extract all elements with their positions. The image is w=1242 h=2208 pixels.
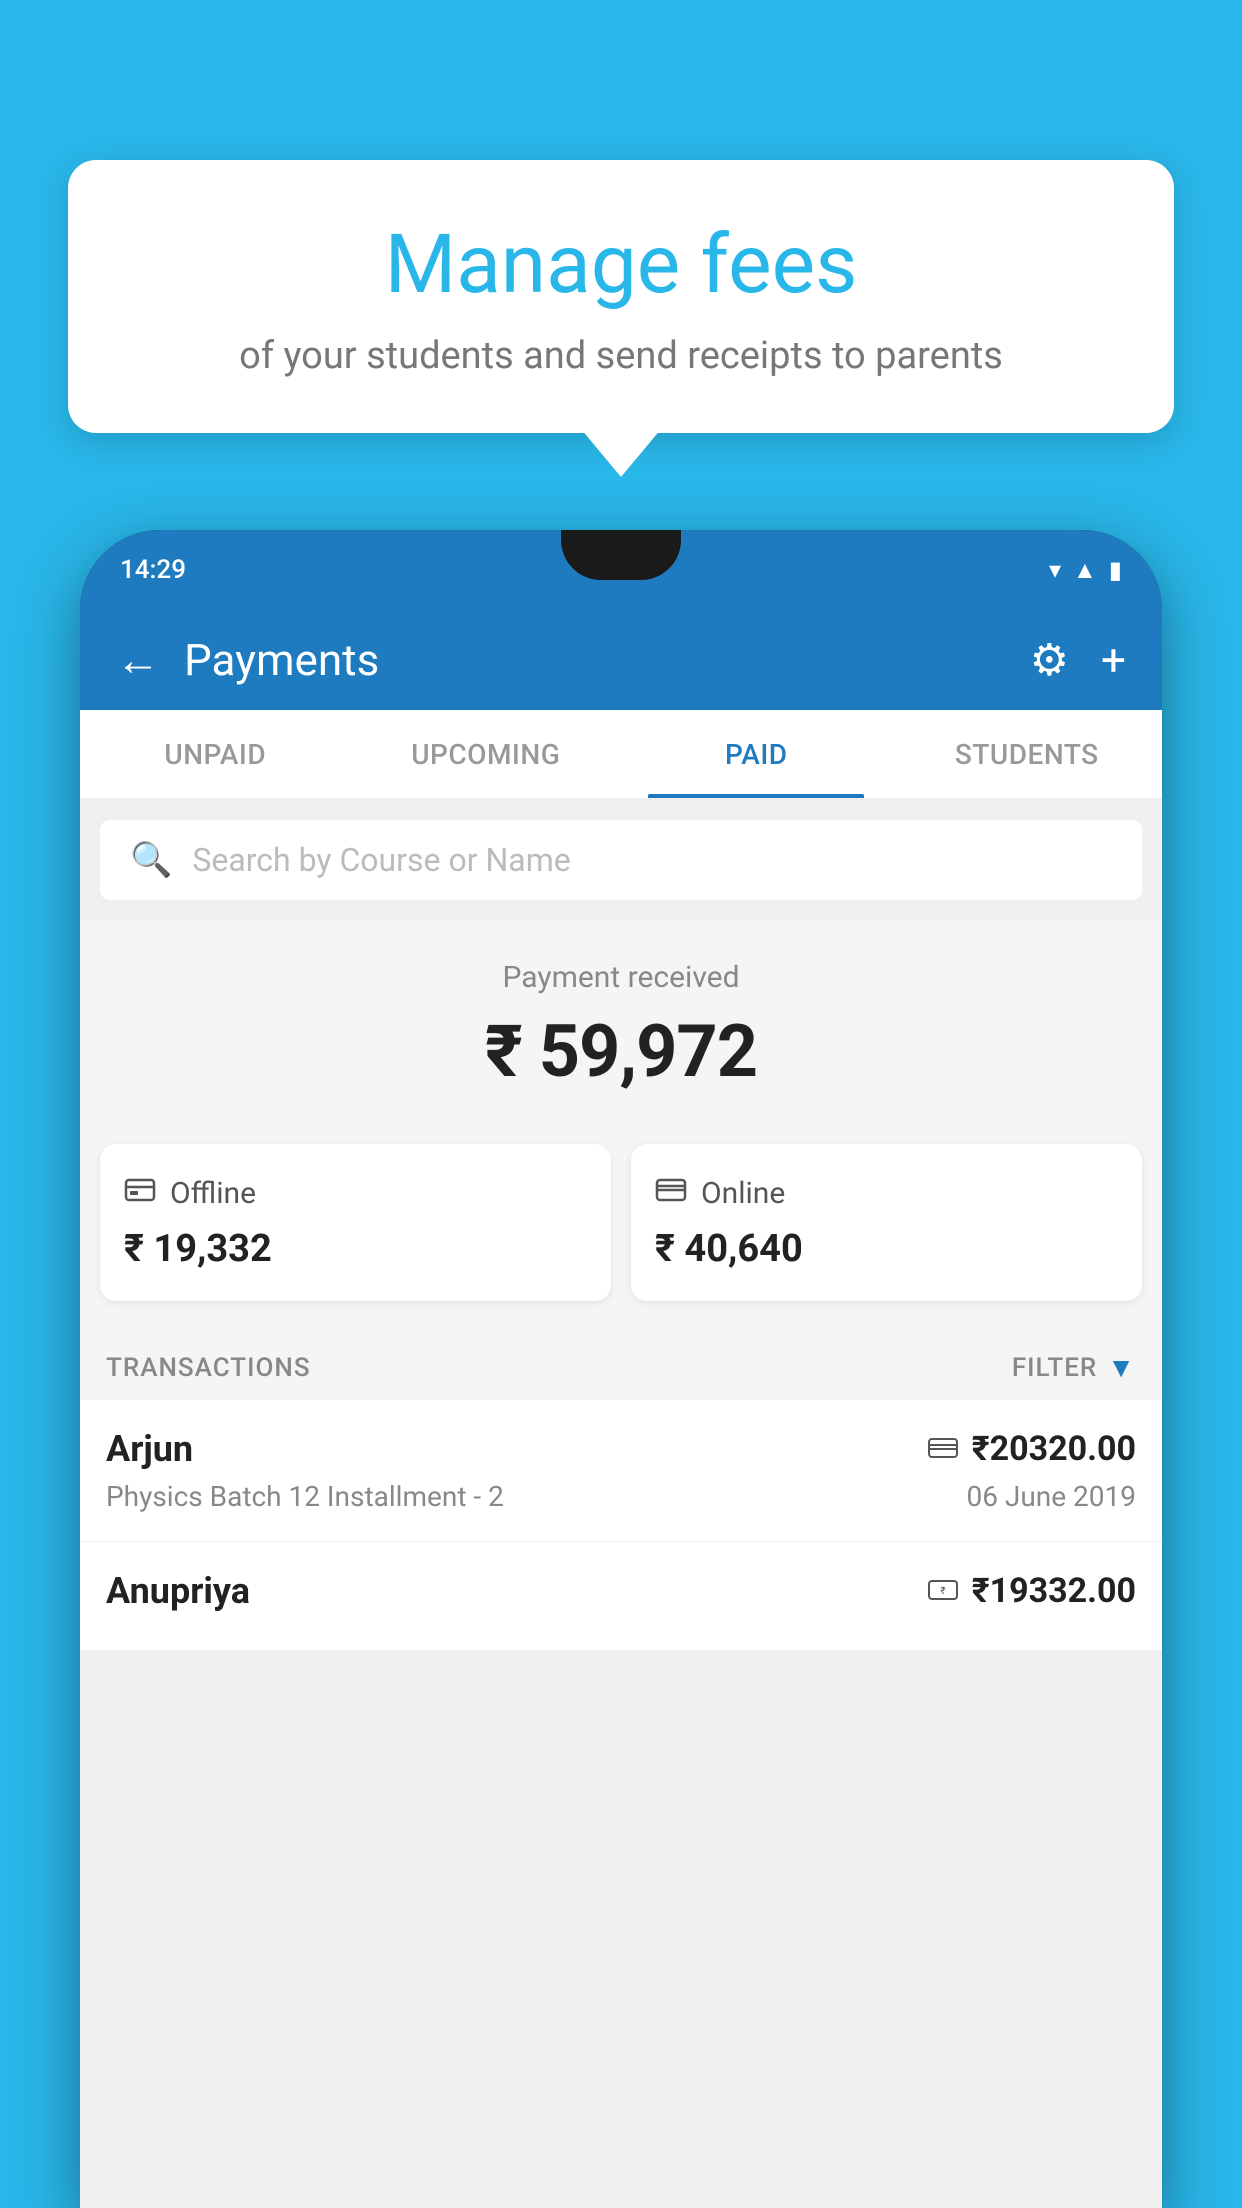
filter-icon: ▼ bbox=[1107, 1351, 1136, 1384]
transaction-row-top: Arjun ₹20320.00 bbox=[106, 1428, 1136, 1470]
offline-card-header: Offline bbox=[124, 1174, 587, 1213]
wifi-icon: ▾ bbox=[1049, 556, 1061, 584]
transaction-name: Anupriya bbox=[106, 1570, 250, 1612]
payment-summary: Payment received ₹ 59,972 bbox=[80, 920, 1162, 1124]
tooltip-subtitle: of your students and send receipts to pa… bbox=[138, 330, 1104, 383]
search-icon: 🔍 bbox=[130, 840, 172, 880]
online-amount: ₹ 40,640 bbox=[655, 1227, 1118, 1271]
status-time: 14:29 bbox=[120, 555, 186, 585]
transaction-list: Arjun ₹20320.00 Physics Batch 1 bbox=[80, 1400, 1162, 1651]
online-label: Online bbox=[701, 1176, 785, 1211]
offline-icon bbox=[124, 1174, 156, 1213]
add-icon[interactable]: + bbox=[1101, 634, 1126, 686]
offline-label: Offline bbox=[170, 1176, 256, 1211]
tab-paid[interactable]: PAID bbox=[621, 710, 892, 798]
tooltip-title: Manage fees bbox=[138, 220, 1104, 310]
transaction-name: Arjun bbox=[106, 1428, 193, 1470]
transaction-row-bottom: Physics Batch 12 Installment - 2 06 June… bbox=[106, 1480, 1136, 1513]
transaction-payment-icon bbox=[928, 1433, 958, 1466]
offline-amount: ₹ 19,332 bbox=[124, 1227, 587, 1271]
transaction-date: 06 June 2019 bbox=[966, 1480, 1136, 1513]
payment-amount: ₹ 59,972 bbox=[100, 1009, 1142, 1094]
tab-upcoming[interactable]: UPCOMING bbox=[351, 710, 622, 798]
transaction-payment-icon: ₹ bbox=[928, 1575, 958, 1608]
payment-cards: Offline ₹ 19,332 Online ₹ 40,640 bbox=[80, 1124, 1162, 1331]
tooltip-card: Manage fees of your students and send re… bbox=[68, 160, 1174, 433]
payment-received-label: Payment received bbox=[100, 960, 1142, 995]
tab-unpaid[interactable]: UNPAID bbox=[80, 710, 351, 798]
online-icon bbox=[655, 1174, 687, 1213]
phone-content: 🔍 Search by Course or Name Payment recei… bbox=[80, 800, 1162, 2208]
search-placeholder: Search by Course or Name bbox=[192, 841, 570, 879]
transaction-amount-row: ₹ ₹19332.00 bbox=[928, 1571, 1136, 1611]
notch bbox=[561, 530, 681, 580]
online-card-header: Online bbox=[655, 1174, 1118, 1213]
tab-bar: UNPAID UPCOMING PAID STUDENTS bbox=[80, 710, 1162, 800]
transactions-label: TRANSACTIONS bbox=[106, 1353, 311, 1383]
search-bar[interactable]: 🔍 Search by Course or Name bbox=[100, 820, 1142, 900]
filter-label: FILTER bbox=[1012, 1353, 1097, 1383]
transaction-amount: ₹19332.00 bbox=[972, 1571, 1136, 1611]
transaction-item[interactable]: Arjun ₹20320.00 Physics Batch 1 bbox=[80, 1400, 1162, 1542]
filter-button[interactable]: FILTER ▼ bbox=[1012, 1351, 1136, 1384]
online-card: Online ₹ 40,640 bbox=[631, 1144, 1142, 1301]
battery-icon: ▮ bbox=[1109, 556, 1122, 584]
phone-frame: 14:29 ▾ ▲ ▮ ← Payments ⚙ + UNPAID UPCOMI… bbox=[80, 530, 1162, 2208]
status-icons: ▾ ▲ ▮ bbox=[1049, 556, 1122, 585]
app-header: ← Payments ⚙ + bbox=[80, 610, 1162, 710]
settings-icon[interactable]: ⚙ bbox=[1030, 634, 1069, 686]
transaction-amount: ₹20320.00 bbox=[972, 1429, 1136, 1469]
transaction-row-top: Anupriya ₹ ₹19332.00 bbox=[106, 1570, 1136, 1612]
header-title: Payments bbox=[184, 634, 1006, 686]
status-bar: 14:29 ▾ ▲ ▮ bbox=[80, 530, 1162, 610]
header-icons: ⚙ + bbox=[1030, 634, 1126, 686]
transaction-item[interactable]: Anupriya ₹ ₹19332.00 bbox=[80, 1542, 1162, 1651]
transaction-amount-row: ₹20320.00 bbox=[928, 1429, 1136, 1469]
tab-students[interactable]: STUDENTS bbox=[892, 710, 1163, 798]
svg-text:₹: ₹ bbox=[940, 1586, 945, 1597]
back-button[interactable]: ← bbox=[116, 634, 160, 686]
transaction-course: Physics Batch 12 Installment - 2 bbox=[106, 1480, 504, 1513]
offline-card: Offline ₹ 19,332 bbox=[100, 1144, 611, 1301]
signal-icon: ▲ bbox=[1073, 556, 1097, 585]
transactions-header: TRANSACTIONS FILTER ▼ bbox=[80, 1331, 1162, 1400]
